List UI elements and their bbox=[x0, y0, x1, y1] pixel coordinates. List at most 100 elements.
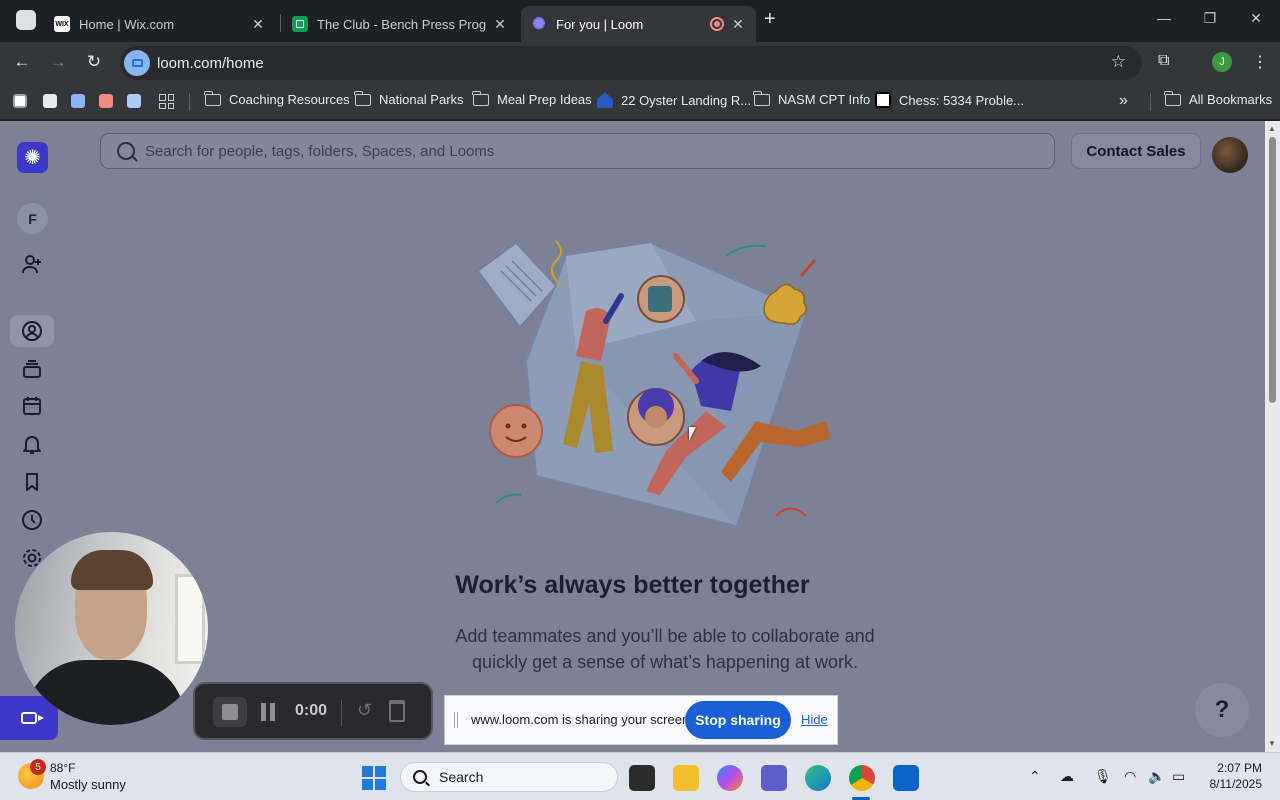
tab-close-icon[interactable]: ✕ bbox=[492, 16, 508, 33]
trash-icon[interactable] bbox=[389, 700, 405, 722]
help-button[interactable]: ? bbox=[1195, 683, 1249, 737]
clock-time[interactable]: 2:07 PM bbox=[1200, 761, 1262, 775]
bookmark-app-icon[interactable] bbox=[127, 94, 141, 108]
bookmark-label: Chess: 5334 Proble... bbox=[899, 92, 1025, 108]
pause-icon[interactable] bbox=[261, 703, 275, 721]
bookmark-oyster-landing[interactable]: 22 Oyster Landing R... bbox=[597, 92, 751, 108]
restore-icon[interactable]: ❐ bbox=[1200, 10, 1220, 27]
reload-icon[interactable]: ↻ bbox=[83, 52, 105, 72]
loom-search-input[interactable]: Search for people, tags, folders, Spaces… bbox=[100, 133, 1055, 169]
new-tab-icon[interactable]: + bbox=[764, 8, 784, 31]
stop-sharing-button[interactable]: Stop sharing bbox=[685, 701, 791, 739]
teams-icon[interactable] bbox=[761, 765, 787, 791]
tab-close-icon[interactable]: ✕ bbox=[250, 16, 266, 33]
tab-search-lens-icon[interactable]: ⧉ bbox=[1158, 52, 1169, 70]
controls-divider bbox=[341, 700, 342, 726]
site-info-icon[interactable] bbox=[124, 50, 150, 76]
show-hidden-icons-icon[interactable]: ⌃ bbox=[1029, 768, 1041, 785]
bookmark-star-icon[interactable]: ☆ bbox=[1111, 52, 1126, 72]
webcam-person-hair bbox=[71, 550, 153, 590]
mouse-cursor-icon bbox=[689, 427, 696, 441]
menu-icon[interactable]: ⋮ bbox=[1252, 52, 1268, 72]
taskbar-search[interactable]: Search bbox=[400, 762, 618, 792]
battery-icon[interactable]: ▭ bbox=[1172, 768, 1185, 785]
folder-icon bbox=[472, 90, 489, 106]
bookmark-chess[interactable]: Chess: 5334 Proble... bbox=[875, 92, 1024, 108]
task-view-icon[interactable] bbox=[629, 765, 655, 791]
back-icon[interactable]: ← bbox=[11, 52, 33, 72]
notifications-icon[interactable] bbox=[10, 428, 54, 460]
bookmark-meal-prep-ideas[interactable]: Meal Prep Ideas bbox=[472, 90, 592, 107]
contact-sales-button[interactable]: Contact Sales bbox=[1071, 133, 1201, 169]
loom-logo-icon[interactable]: ✺ bbox=[17, 142, 48, 173]
stop-recording-button[interactable] bbox=[213, 697, 247, 727]
history-icon[interactable] bbox=[10, 504, 54, 536]
scroll-up-icon[interactable]: ▲ bbox=[1268, 124, 1276, 133]
bookmark-icon[interactable] bbox=[10, 466, 54, 498]
address-bar[interactable]: loom.com/home ☆ bbox=[120, 46, 1142, 80]
drag-handle-icon[interactable] bbox=[454, 712, 458, 728]
bookmark-app-icon[interactable] bbox=[13, 94, 27, 108]
for-you-icon[interactable] bbox=[10, 315, 54, 347]
bookmark-national-parks[interactable]: National Parks bbox=[354, 90, 464, 107]
library-icon[interactable] bbox=[10, 353, 54, 385]
microphone-icon[interactable]: 🎙 bbox=[1094, 768, 1112, 785]
calendar-icon[interactable] bbox=[10, 390, 54, 422]
house-icon bbox=[597, 92, 613, 108]
tab-close-icon[interactable]: ✕ bbox=[730, 16, 746, 33]
sharing-message: www.loom.com is sharing your screen. bbox=[471, 712, 693, 727]
scroll-thumb[interactable] bbox=[1269, 137, 1276, 403]
url-text[interactable]: loom.com/home bbox=[157, 55, 264, 72]
workspace-avatar[interactable]: F bbox=[17, 203, 48, 234]
apps-grid-icon[interactable] bbox=[159, 94, 174, 109]
close-window-icon[interactable]: ✕ bbox=[1246, 10, 1266, 27]
folder-icon bbox=[354, 90, 371, 106]
tab-bench-press[interactable]: The Club - Bench Press Program ✕ bbox=[282, 6, 518, 42]
tab-title: For you | Loom bbox=[556, 16, 644, 32]
all-bookmarks[interactable]: All Bookmarks bbox=[1164, 90, 1272, 107]
taskbar-search-label: Search bbox=[439, 769, 484, 785]
add-member-icon[interactable] bbox=[10, 248, 54, 280]
clock-date[interactable]: 8/11/2025 bbox=[1200, 777, 1263, 791]
outlook-icon[interactable] bbox=[893, 765, 919, 791]
tab-loom[interactable]: ✺ For you | Loom ✕ bbox=[521, 6, 756, 42]
screen-sharing-bar: www.loom.com is sharing your screen. Sto… bbox=[444, 695, 838, 745]
file-explorer-icon[interactable] bbox=[673, 765, 699, 791]
bookmark-label: Meal Prep Ideas bbox=[497, 92, 592, 107]
forward-icon[interactable]: → bbox=[47, 52, 69, 72]
wifi-icon[interactable]: ◠ bbox=[1124, 768, 1136, 785]
browser-toolbar: ← → ↻ loom.com/home ☆ ⧉ J ⋮ bbox=[0, 42, 1280, 84]
bookmark-app-icon[interactable] bbox=[43, 94, 57, 108]
bookmark-nasm-cpt-info[interactable]: NASM CPT Info bbox=[753, 90, 870, 107]
restart-icon[interactable]: ↺ bbox=[357, 700, 372, 721]
hide-link[interactable]: Hide bbox=[801, 712, 828, 727]
bookmark-app-icon[interactable] bbox=[71, 94, 85, 108]
copilot-icon[interactable] bbox=[717, 765, 743, 791]
chrome-icon[interactable] bbox=[849, 765, 875, 791]
weather-condition[interactable]: Mostly sunny bbox=[50, 777, 126, 792]
collaboration-illustration bbox=[476, 240, 831, 528]
tab-search-icon[interactable] bbox=[16, 10, 36, 30]
bookmarks-separator bbox=[189, 93, 190, 111]
page-scrollbar[interactable]: ▲ ▼ bbox=[1265, 121, 1280, 752]
profile-avatar[interactable]: J bbox=[1212, 52, 1232, 72]
webcam-bubble[interactable] bbox=[15, 532, 208, 725]
bookmark-app-icon[interactable] bbox=[99, 94, 113, 108]
stop-icon bbox=[222, 704, 238, 720]
bookmarks-bar: Coaching Resources National Parks Meal P… bbox=[0, 84, 1280, 120]
scroll-down-icon[interactable]: ▼ bbox=[1268, 739, 1276, 748]
folder-icon bbox=[1164, 90, 1181, 106]
tab-title: Home | Wix.com bbox=[79, 16, 175, 32]
onedrive-icon[interactable]: ☁ bbox=[1060, 768, 1074, 785]
edge-icon[interactable] bbox=[805, 765, 831, 791]
bookmark-coaching-resources[interactable]: Coaching Resources bbox=[204, 90, 350, 107]
loom-favicon-icon: ✺ bbox=[532, 16, 546, 33]
sheets-favicon-icon bbox=[292, 16, 308, 32]
volume-icon[interactable]: 🔈 bbox=[1148, 768, 1165, 785]
minimize-icon[interactable]: — bbox=[1154, 10, 1174, 26]
weather-temperature[interactable]: 88°F bbox=[50, 761, 75, 775]
more-bookmarks-icon[interactable]: » bbox=[1119, 92, 1128, 110]
windows-start-icon[interactable] bbox=[362, 766, 386, 790]
user-avatar[interactable] bbox=[1212, 137, 1248, 173]
tab-wix[interactable]: WIX Home | Wix.com ✕ bbox=[44, 6, 276, 42]
